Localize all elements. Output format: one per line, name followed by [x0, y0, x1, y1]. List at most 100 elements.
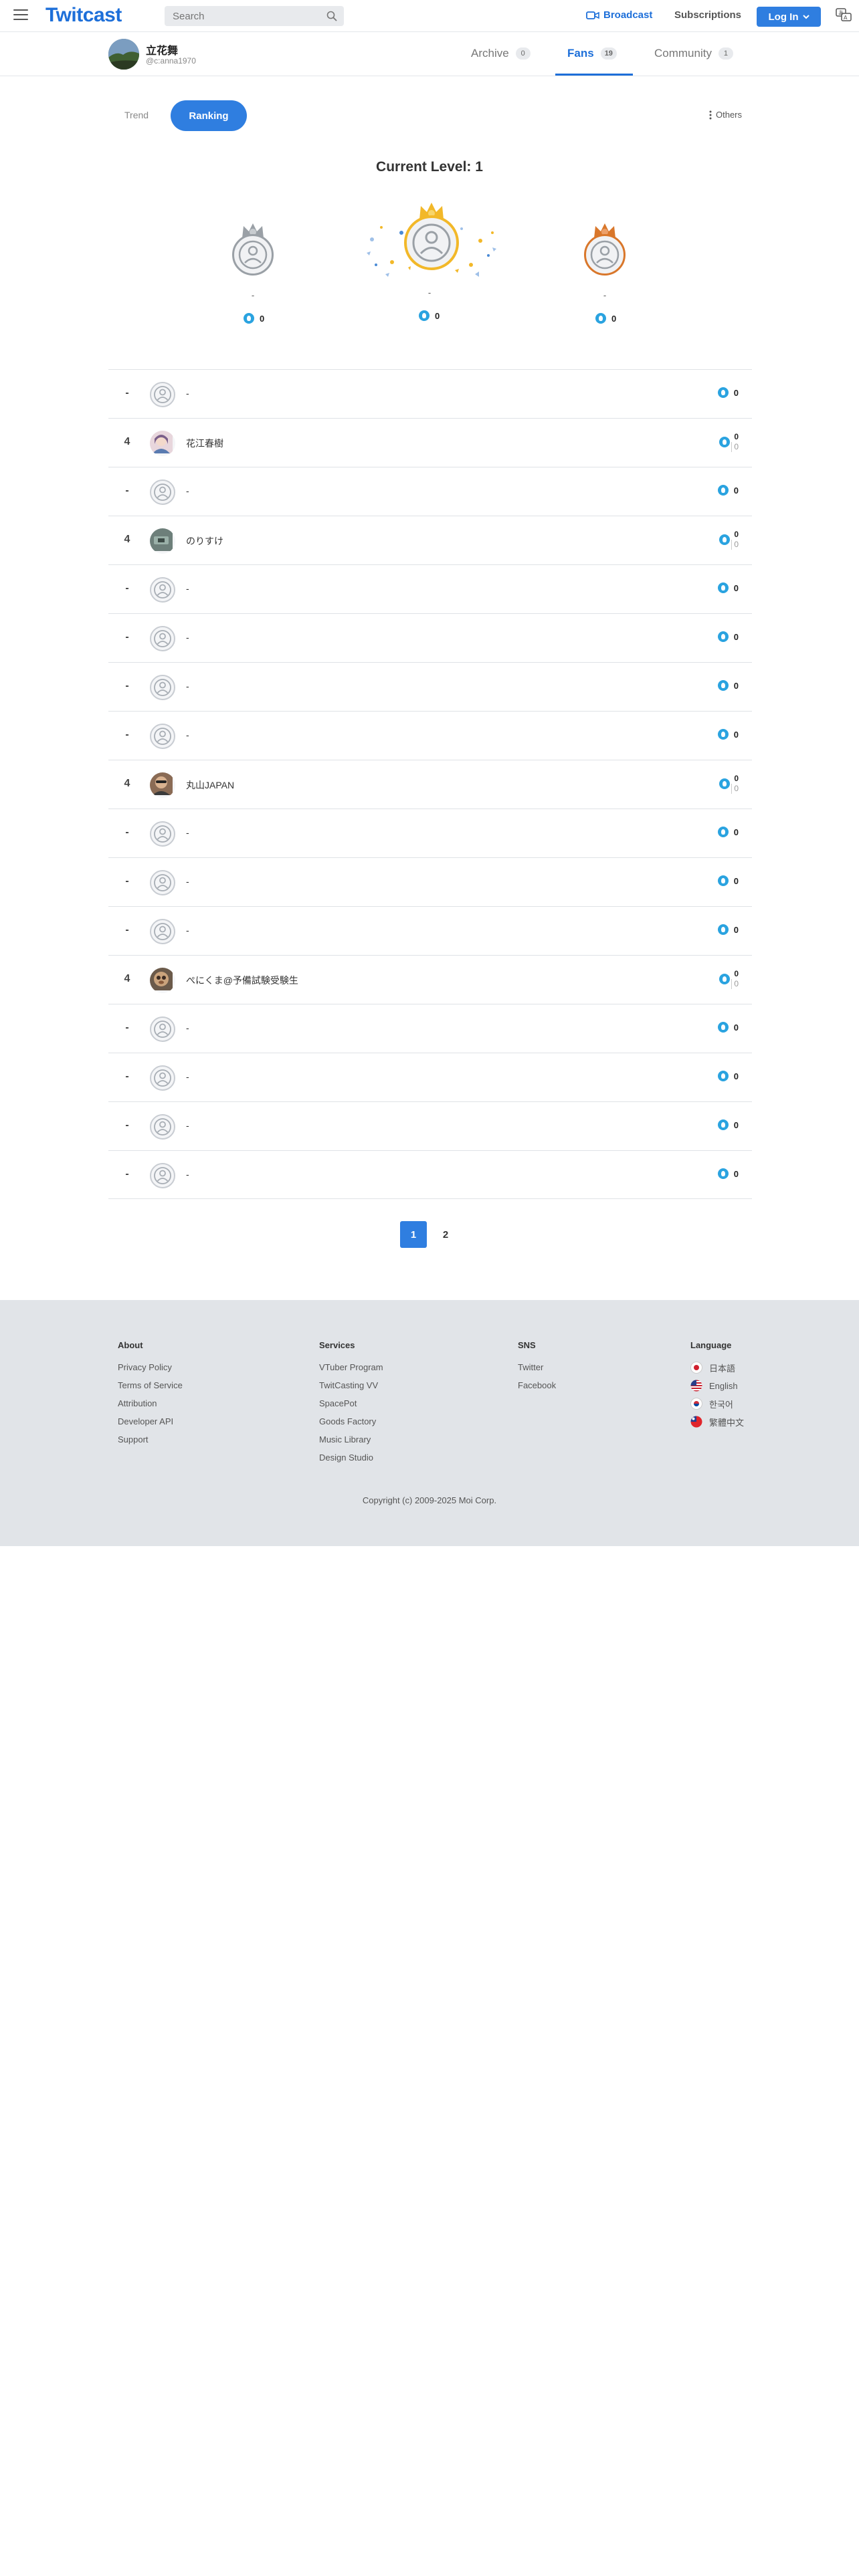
table-row[interactable]: - - 0	[108, 857, 752, 906]
tab-community[interactable]: Community 1	[654, 47, 733, 60]
footer-link[interactable]: SpacePot	[319, 1398, 383, 1409]
footer-heading: Language	[690, 1340, 732, 1350]
menu-icon[interactable]	[13, 9, 28, 21]
user-name[interactable]: -	[186, 388, 189, 399]
podium-third-points: 0	[595, 313, 616, 324]
points-cell: 00	[719, 774, 739, 794]
avatar[interactable]	[150, 431, 175, 456]
points-cell: 0	[717, 631, 739, 642]
footer-link[interactable]: Twitter	[518, 1362, 556, 1373]
avatar[interactable]	[150, 724, 175, 749]
language-option-ja[interactable]: 日本語	[690, 1362, 744, 1374]
avatar[interactable]	[232, 234, 274, 276]
language-option-zh-tw[interactable]: 繁體中文	[690, 1416, 744, 1428]
language-option-en[interactable]: English	[690, 1380, 744, 1392]
table-row[interactable]: - - 0	[108, 1053, 752, 1101]
footer-link[interactable]: Support	[118, 1434, 183, 1445]
page-2-button[interactable]: 2	[432, 1221, 459, 1248]
table-row[interactable]: - - 0	[108, 1004, 752, 1053]
user-name[interactable]: -	[186, 730, 189, 740]
tab-archive[interactable]: Archive 0	[471, 47, 531, 60]
footer-link[interactable]: Privacy Policy	[118, 1362, 183, 1373]
avatar[interactable]	[150, 528, 175, 554]
table-row[interactable]: - - 0	[108, 662, 752, 711]
footer-sns: SNS Twitter Facebook	[518, 1340, 556, 1398]
user-name[interactable]: 花江春樹	[186, 437, 223, 450]
search-box[interactable]	[165, 6, 344, 26]
footer-link[interactable]: Facebook	[518, 1380, 556, 1391]
subscriptions-link[interactable]: Subscriptions	[674, 9, 741, 21]
table-row[interactable]: - - 0	[108, 906, 752, 955]
user-name[interactable]: -	[186, 1023, 189, 1033]
table-row[interactable]: 4 のりすけ 0 0	[108, 516, 752, 564]
user-name[interactable]: ぺにくま@予備試験受験生	[186, 974, 298, 987]
language-icon[interactable]: あA	[836, 8, 852, 23]
avatar[interactable]	[150, 1016, 175, 1042]
trend-tab[interactable]: Trend	[124, 110, 149, 120]
table-row[interactable]: 4 ぺにくま@予備試験受験生 0 0	[108, 955, 752, 1004]
avatar[interactable]	[150, 821, 175, 847]
avatar[interactable]	[150, 870, 175, 895]
avatar[interactable]	[150, 382, 175, 407]
user-name[interactable]: -	[186, 876, 189, 887]
avatar[interactable]	[150, 1163, 175, 1188]
table-row[interactable]: - - 0	[108, 369, 752, 418]
language-option-ko[interactable]: 한국어	[690, 1398, 744, 1410]
footer-link[interactable]: TwitCasting VV	[319, 1380, 383, 1391]
logo[interactable]: Twitcast	[45, 4, 122, 27]
table-row[interactable]: - - 0	[108, 1150, 752, 1199]
footer-link[interactable]: Terms of Service	[118, 1380, 183, 1391]
user-name[interactable]: -	[186, 925, 189, 936]
others-menu[interactable]: Others	[709, 110, 742, 120]
avatar[interactable]	[150, 479, 175, 505]
rank-number: -	[125, 680, 129, 691]
user-name[interactable]: -	[186, 1071, 189, 1082]
avatar[interactable]	[150, 968, 175, 993]
points-cell: 0	[717, 387, 739, 398]
footer-link[interactable]: VTuber Program	[319, 1362, 383, 1373]
avatar[interactable]	[150, 1065, 175, 1091]
table-row[interactable]: - - 0	[108, 1101, 752, 1150]
table-row[interactable]: - - 0	[108, 711, 752, 760]
profile-avatar[interactable]	[108, 39, 139, 70]
avatar[interactable]	[150, 1114, 175, 1140]
avatar[interactable]	[150, 772, 175, 798]
user-name[interactable]: -	[186, 583, 189, 594]
tab-fans[interactable]: Fans 19	[567, 47, 617, 60]
user-name[interactable]: 丸山JAPAN	[186, 778, 234, 792]
login-button[interactable]: Log In	[757, 7, 821, 27]
ranking-tab[interactable]: Ranking	[171, 100, 247, 131]
table-row[interactable]: - - 0	[108, 809, 752, 857]
avatar[interactable]	[584, 234, 626, 276]
table-row[interactable]: - - 0	[108, 613, 752, 662]
footer-link[interactable]: Design Studio	[319, 1453, 383, 1463]
user-name[interactable]: -	[186, 1120, 189, 1131]
table-row[interactable]: - - 0	[108, 467, 752, 516]
points-cell: 0	[717, 1022, 739, 1033]
user-name[interactable]: -	[186, 681, 189, 691]
broadcast-link[interactable]: Broadcast	[586, 9, 652, 21]
user-name[interactable]: -	[186, 486, 189, 496]
table-row[interactable]: 4 丸山JAPAN 0 0	[108, 760, 752, 809]
user-name[interactable]: -	[186, 827, 189, 838]
table-row[interactable]: 4 花江春樹 0 0	[108, 418, 752, 467]
user-name[interactable]: のりすけ	[186, 534, 223, 548]
avatar[interactable]	[150, 577, 175, 603]
avatar[interactable]	[150, 919, 175, 944]
table-row[interactable]: - - 0	[108, 564, 752, 613]
avatar[interactable]	[150, 626, 175, 651]
user-name[interactable]: -	[186, 632, 189, 643]
search-icon[interactable]	[326, 11, 337, 21]
rank-number: -	[125, 485, 129, 496]
avatar[interactable]	[150, 675, 175, 700]
footer-link[interactable]: Developer API	[118, 1416, 183, 1427]
footer-link[interactable]: Attribution	[118, 1398, 183, 1409]
user-name[interactable]: -	[186, 1169, 189, 1180]
footer-link[interactable]: Goods Factory	[319, 1416, 383, 1427]
podium-first[interactable]	[361, 201, 502, 288]
footer-link[interactable]: Music Library	[319, 1434, 383, 1445]
search-input[interactable]	[171, 10, 318, 23]
profile-name[interactable]: 立花舞	[146, 41, 178, 58]
avatar[interactable]	[404, 215, 459, 270]
page-1-button[interactable]: 1	[400, 1221, 427, 1248]
